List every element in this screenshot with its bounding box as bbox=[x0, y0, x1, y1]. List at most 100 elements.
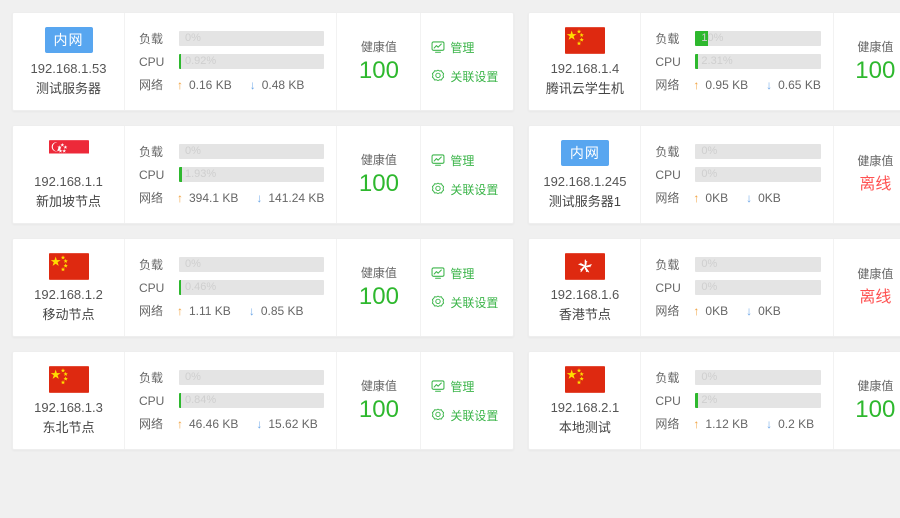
health-label: 健康值 bbox=[360, 40, 397, 55]
server-metrics: 负载 0% CPU 0% 网络 ↑ 0KB ↓ 0KB bbox=[641, 239, 834, 336]
arrow-down-icon: ↓ bbox=[248, 303, 255, 318]
arrow-up-icon: ↑ bbox=[177, 190, 183, 205]
cpu-label: CPU bbox=[655, 393, 681, 408]
network-row: 网络 ↑ 1.11 KB ↓ 0.85 KB bbox=[139, 302, 324, 319]
cpu-value: 0% bbox=[701, 281, 718, 293]
load-value: 0% bbox=[701, 258, 718, 270]
region-badge-wrap: 内网 bbox=[44, 25, 93, 55]
association-settings-button[interactable]: 关联设置 bbox=[431, 68, 498, 85]
region-badge-wrap: 内网 bbox=[560, 138, 609, 168]
cpu-progress-bar: 0.46% bbox=[179, 280, 325, 295]
cpu-progress-bar: 0% bbox=[695, 167, 821, 182]
arrow-down-icon: ↓ bbox=[256, 416, 263, 431]
server-ip: 192.168.2.1 bbox=[550, 400, 620, 415]
cpu-value: 0.84% bbox=[185, 394, 217, 406]
flag-sg-icon bbox=[48, 139, 89, 167]
monitor-chart-icon bbox=[431, 266, 445, 280]
server-ip: 192.168.1.1 bbox=[34, 174, 103, 189]
region-flag-wrap bbox=[48, 251, 89, 281]
region-flag-wrap bbox=[564, 25, 605, 55]
server-ip: 192.168.1.53 bbox=[30, 61, 107, 76]
server-name: 腾讯云学生机 bbox=[545, 80, 624, 96]
flag-cn-icon bbox=[564, 365, 605, 393]
cpu-row: CPU 2% bbox=[655, 393, 821, 408]
server-identity: 192.168.1.2 移动节点 bbox=[13, 239, 125, 336]
server-health: 健康值 100 bbox=[834, 352, 900, 449]
server-health: 健康值 离线 bbox=[834, 126, 900, 223]
manage-button[interactable]: 管理 bbox=[431, 152, 474, 169]
cpu-progress-fill bbox=[179, 54, 182, 69]
region-flag-wrap bbox=[564, 364, 605, 394]
association-settings-button[interactable]: 关联设置 bbox=[431, 181, 498, 198]
region-flag-wrap bbox=[48, 364, 89, 394]
monitor-chart-icon bbox=[431, 153, 445, 167]
load-row: 负载 0% bbox=[139, 143, 325, 160]
manage-button[interactable]: 管理 bbox=[431, 39, 474, 56]
arrow-down-icon: ↓ bbox=[249, 77, 256, 92]
cpu-progress-bar: 2% bbox=[695, 393, 821, 408]
server-card-grid: 内网 192.168.1.53 测试服务器 负载 0% CPU 0.92% 网络 ↑ 0.16 K… bbox=[0, 0, 900, 462]
network-row: 网络 ↑ 0.16 KB ↓ 0.48 KB bbox=[139, 76, 324, 93]
flag-cn-icon bbox=[564, 26, 605, 54]
load-value: 0% bbox=[701, 371, 718, 383]
network-row: 网络 ↑ 394.1 KB ↓ 141.24 KB bbox=[139, 189, 324, 206]
cpu-label: CPU bbox=[655, 280, 681, 295]
server-health: 健康值 100 bbox=[337, 126, 422, 223]
network-download-value: 0KB bbox=[758, 190, 781, 205]
cpu-progress-fill bbox=[179, 393, 182, 408]
load-progress-bar: 0% bbox=[179, 370, 325, 385]
load-row: 负载 0% bbox=[655, 369, 821, 386]
server-metrics: 负载 0% CPU 2% 网络 ↑ 1.12 KB ↓ 0.2 KB bbox=[641, 352, 834, 449]
manage-button[interactable]: 管理 bbox=[431, 265, 474, 282]
load-label: 负载 bbox=[139, 32, 164, 46]
server-identity: 192.168.1.6 香港节点 bbox=[529, 239, 642, 336]
cpu-label: CPU bbox=[655, 54, 681, 69]
health-value: 100 bbox=[358, 283, 399, 311]
cpu-progress-fill bbox=[179, 167, 182, 182]
load-label: 负载 bbox=[655, 371, 680, 385]
arrow-up-icon: ↑ bbox=[177, 303, 183, 318]
load-progress-bar: 0% bbox=[179, 144, 325, 159]
server-identity: 192.168.1.3 东北节点 bbox=[13, 352, 125, 449]
load-row: 负载 0% bbox=[655, 143, 821, 160]
network-download-value: 0.65 KB bbox=[778, 77, 821, 92]
server-card: 192.168.1.2 移动节点 负载 0% CPU 0.46% 网络 ↑ 1.11 KB ↓ 0.… bbox=[12, 238, 515, 337]
health-label: 健康值 bbox=[857, 379, 894, 394]
health-value: 100 bbox=[855, 57, 896, 85]
intranet-badge: 内网 bbox=[560, 140, 609, 166]
arrow-down-icon: ↓ bbox=[746, 190, 753, 205]
network-label: 网络 bbox=[655, 304, 680, 318]
cpu-progress-fill bbox=[695, 393, 698, 408]
arrow-down-icon: ↓ bbox=[746, 303, 753, 318]
server-identity: 192.168.2.1 本地测试 bbox=[529, 352, 642, 449]
network-label: 网络 bbox=[655, 417, 680, 431]
flag-cn-icon bbox=[48, 252, 89, 280]
health-value: 离线 bbox=[859, 289, 892, 307]
gear-icon bbox=[431, 295, 445, 309]
health-value: 100 bbox=[358, 57, 399, 85]
monitor-chart-icon bbox=[431, 40, 445, 54]
network-label: 网络 bbox=[139, 417, 164, 431]
network-label: 网络 bbox=[655, 78, 680, 92]
server-actions: 管理 关联设置 bbox=[421, 239, 513, 336]
network-label: 网络 bbox=[139, 304, 164, 318]
health-label: 健康值 bbox=[360, 379, 397, 394]
load-value: 0% bbox=[701, 145, 718, 157]
server-identity: 内网 192.168.1.245 测试服务器1 bbox=[529, 126, 642, 223]
server-name: 香港节点 bbox=[558, 306, 611, 322]
cpu-value: 2.31% bbox=[701, 55, 733, 67]
health-value: 100 bbox=[855, 396, 896, 424]
server-name: 测试服务器 bbox=[35, 80, 101, 96]
network-download-value: 0.2 KB bbox=[778, 416, 815, 431]
server-metrics: 负载 0% CPU 0.46% 网络 ↑ 1.11 KB ↓ 0.85 KB bbox=[125, 239, 338, 336]
health-label: 健康值 bbox=[360, 153, 397, 168]
region-flag-wrap bbox=[48, 138, 89, 168]
cpu-progress-fill bbox=[695, 54, 699, 69]
association-settings-button[interactable]: 关联设置 bbox=[431, 294, 498, 311]
server-identity: 内网 192.168.1.53 测试服务器 bbox=[13, 13, 125, 110]
network-upload-value: 1.11 KB bbox=[189, 303, 231, 318]
manage-button[interactable]: 管理 bbox=[431, 378, 474, 395]
association-settings-button[interactable]: 关联设置 bbox=[431, 407, 498, 424]
cpu-progress-bar: 0.84% bbox=[179, 393, 325, 408]
network-label: 网络 bbox=[139, 78, 164, 92]
